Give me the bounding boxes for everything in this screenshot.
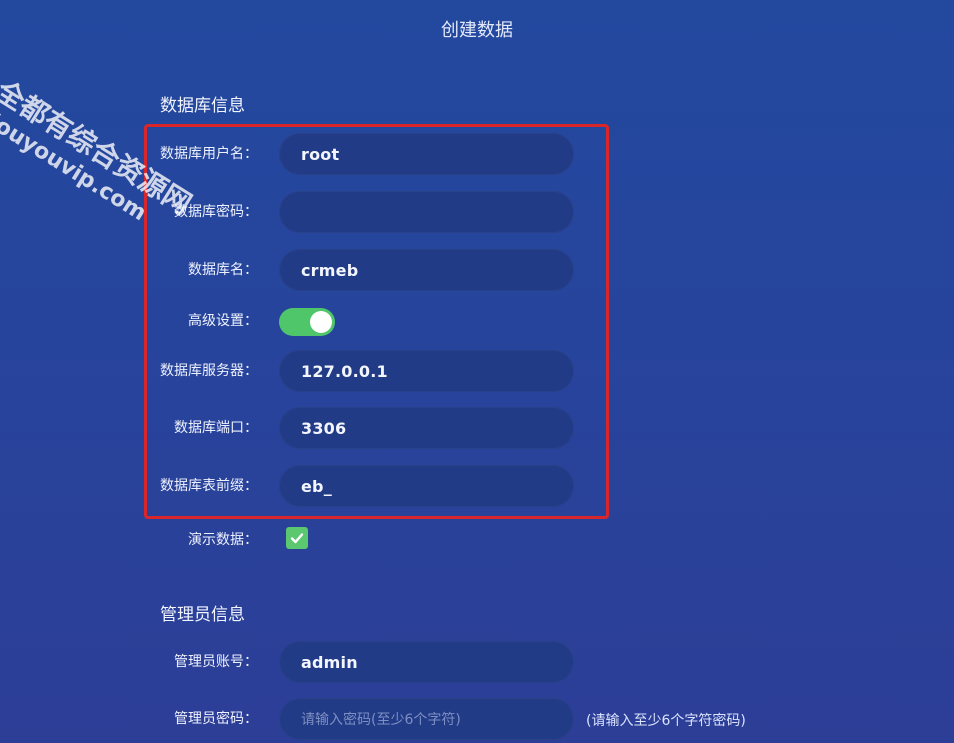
checkmark-icon: [290, 533, 304, 544]
db-username-input[interactable]: root: [279, 133, 574, 175]
field-row-db-host: 数据库服务器： 127.0.0.1: [0, 350, 954, 392]
db-name-value: crmeb: [301, 260, 359, 280]
field-row-advanced: 高级设置：: [0, 300, 954, 342]
demo-data-checkbox[interactable]: [286, 527, 308, 549]
field-row-admin-password: 管理员密码： 请输入密码(至少6个字符) (请输入至少6个字符密码): [0, 698, 954, 740]
db-username-value: root: [301, 144, 340, 164]
field-row-demo-data: 演示数据：: [0, 519, 954, 561]
field-row-db-port: 数据库端口： 3306: [0, 407, 954, 449]
admin-password-input[interactable]: 请输入密码(至少6个字符): [279, 698, 574, 740]
admin-account-label: 管理员账号：: [174, 654, 258, 670]
db-name-input[interactable]: crmeb: [279, 249, 574, 291]
db-host-label: 数据库服务器：: [160, 363, 258, 379]
db-name-label: 数据库名：: [188, 262, 258, 278]
field-row-db-name: 数据库名： crmeb: [0, 249, 954, 291]
db-host-input[interactable]: 127.0.0.1: [279, 350, 574, 392]
section-title-admin: 管理员信息: [160, 605, 245, 625]
advanced-settings-toggle[interactable]: [279, 308, 335, 336]
db-port-label: 数据库端口：: [174, 420, 258, 436]
admin-password-placeholder: 请输入密码(至少6个字符): [301, 712, 461, 728]
admin-password-label: 管理员密码：: [174, 711, 258, 727]
db-host-value: 127.0.0.1: [301, 361, 388, 381]
admin-account-input[interactable]: admin: [279, 641, 574, 683]
db-prefix-value: eb_: [301, 476, 332, 496]
db-password-input[interactable]: [279, 191, 574, 233]
field-row-admin-account: 管理员账号： admin: [0, 641, 954, 683]
field-row-db-prefix: 数据库表前缀： eb_: [0, 465, 954, 507]
db-prefix-input[interactable]: eb_: [279, 465, 574, 507]
db-port-input[interactable]: 3306: [279, 407, 574, 449]
admin-password-hint: (请输入至少6个字符密码): [586, 713, 746, 729]
page-title: 创建数据: [441, 20, 513, 41]
db-prefix-label: 数据库表前缀：: [160, 478, 258, 494]
db-port-value: 3306: [301, 418, 347, 438]
toggle-knob: [310, 311, 332, 333]
advanced-settings-label: 高级设置：: [188, 313, 258, 329]
admin-account-value: admin: [301, 652, 358, 672]
demo-data-label: 演示数据：: [188, 532, 258, 548]
section-title-database: 数据库信息: [160, 96, 245, 116]
